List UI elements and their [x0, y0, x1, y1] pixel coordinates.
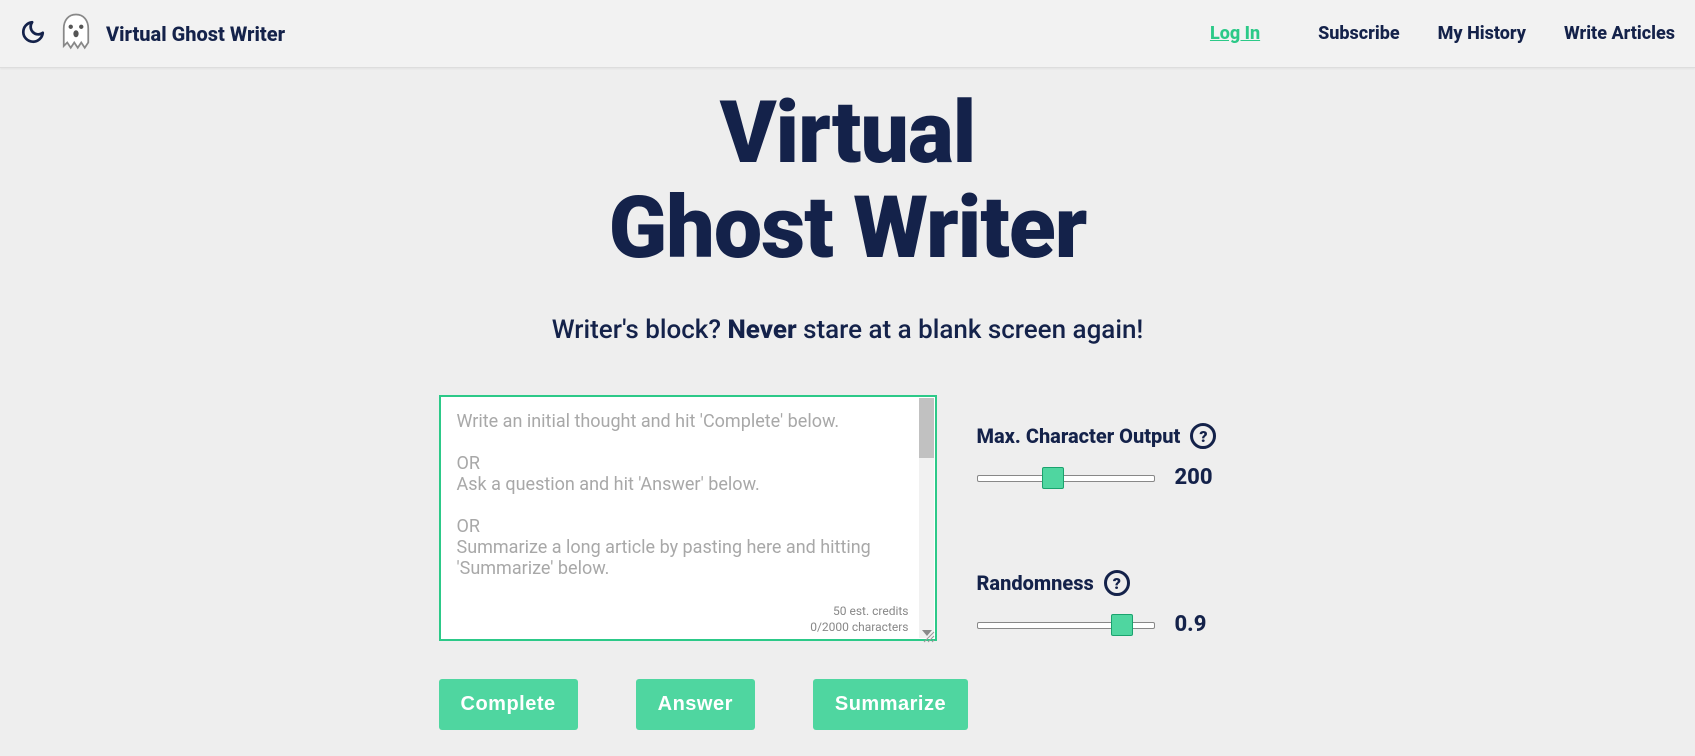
ghost-logo-icon: [58, 11, 94, 57]
randomness-value: 0.9: [1175, 612, 1207, 637]
left-column: 50 est. credits 0/2000 characters Comple…: [439, 395, 937, 730]
randomness-control: Randomness ? 0.9: [977, 570, 1257, 637]
max-output-value: 200: [1175, 465, 1213, 490]
slider-track: [977, 475, 1155, 482]
nav-history[interactable]: My History: [1438, 23, 1526, 44]
complete-button[interactable]: Complete: [439, 679, 578, 730]
max-output-slider-row: 200: [977, 465, 1257, 490]
max-output-slider[interactable]: [977, 468, 1155, 488]
textarea-wrap: 50 est. credits 0/2000 characters: [439, 395, 937, 645]
randomness-label: Randomness: [977, 571, 1094, 595]
max-output-label: Max. Character Output: [977, 424, 1181, 448]
max-output-help-icon[interactable]: ?: [1190, 423, 1216, 449]
tagline-bold: Never: [727, 315, 796, 345]
randomness-label-row: Randomness ?: [977, 570, 1257, 596]
ghost-icon: [58, 11, 94, 53]
randomness-slider-row: 0.9: [977, 612, 1257, 637]
workspace: 50 est. credits 0/2000 characters Comple…: [0, 395, 1695, 730]
answer-button[interactable]: Answer: [636, 679, 755, 730]
randomness-slider[interactable]: [977, 615, 1155, 635]
nav-login[interactable]: Log In: [1210, 23, 1260, 44]
hero-title: Virtual Ghost Writer: [0, 86, 1695, 275]
moon-icon: [20, 19, 46, 45]
slider-thumb[interactable]: [1042, 467, 1064, 489]
dark-mode-toggle[interactable]: [20, 19, 46, 49]
header: Virtual Ghost Writer Log In Subscribe My…: [0, 0, 1695, 68]
max-output-control: Max. Character Output ? 200: [977, 423, 1257, 490]
tagline-post: stare at a blank screen again!: [797, 315, 1144, 345]
summarize-button[interactable]: Summarize: [813, 679, 968, 730]
tagline-pre: Writer's block?: [552, 315, 728, 345]
header-nav: Log In Subscribe My History Write Articl…: [1210, 23, 1675, 44]
main: Virtual Ghost Writer Writer's block? Nev…: [0, 68, 1695, 730]
randomness-help-icon[interactable]: ?: [1104, 570, 1130, 596]
tagline: Writer's block? Never stare at a blank s…: [0, 315, 1695, 345]
slider-thumb[interactable]: [1111, 614, 1133, 636]
app-title: Virtual Ghost Writer: [106, 22, 285, 46]
header-left: Virtual Ghost Writer: [20, 11, 285, 57]
nav-write[interactable]: Write Articles: [1564, 23, 1675, 44]
action-buttons: Complete Answer Summarize: [439, 679, 937, 730]
prompt-input[interactable]: [439, 395, 937, 641]
max-output-label-row: Max. Character Output ?: [977, 423, 1257, 449]
nav-subscribe[interactable]: Subscribe: [1318, 23, 1400, 44]
controls-column: Max. Character Output ? 200 Randomness ?: [977, 395, 1257, 637]
